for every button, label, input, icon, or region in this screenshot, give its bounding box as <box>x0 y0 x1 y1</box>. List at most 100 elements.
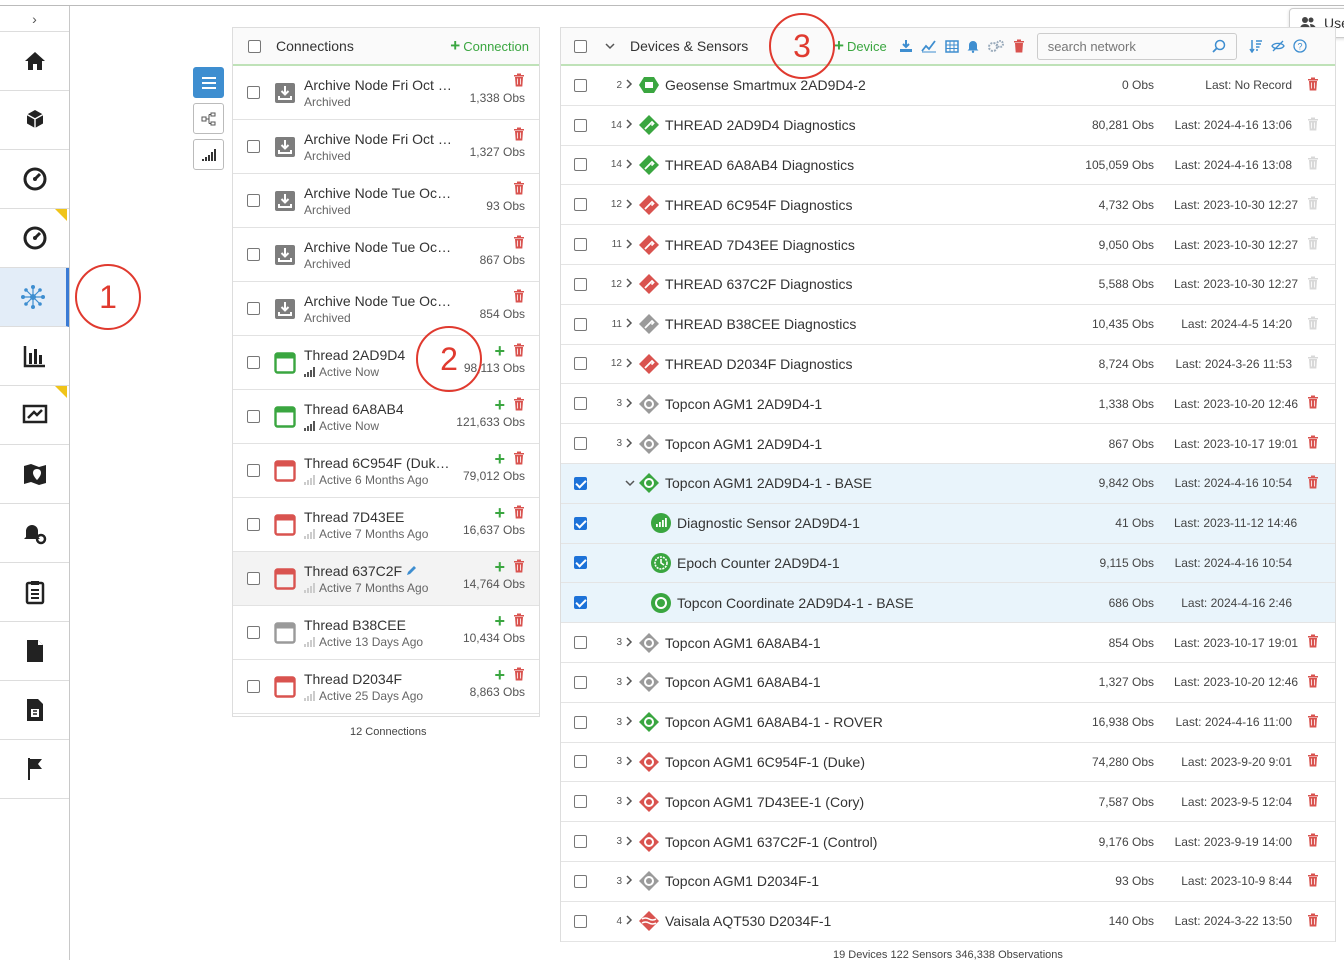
connection-checkbox[interactable] <box>247 356 260 369</box>
chevron-right-icon[interactable] <box>625 397 637 411</box>
device-row[interactable]: Topcon AGM1 2AD9D4-1 - BASE 9,842 Obs Last… <box>561 463 1335 504</box>
device-checkbox[interactable] <box>574 636 587 650</box>
delete-connection-trash-icon[interactable] <box>513 289 525 306</box>
delete-connection-trash-icon[interactable] <box>513 235 525 252</box>
connection-checkbox[interactable] <box>247 194 260 207</box>
sidebar-item-network[interactable] <box>0 268 69 327</box>
connection-row[interactable]: Archive Node Tue Oct … Archived 854 Obs <box>233 282 539 336</box>
device-row[interactable]: 3 Topcon AGM1 6A8AB4-1 1,327 Obs Last: 2023… <box>561 663 1335 703</box>
connection-checkbox[interactable] <box>247 410 260 423</box>
gears-icon[interactable] <box>987 39 1005 53</box>
delete-trash-icon[interactable] <box>1304 674 1322 691</box>
device-checkbox[interactable] <box>574 874 587 888</box>
device-row[interactable]: 11 THREAD B38CEE Diagnostics 10,435 Obs Las… <box>561 305 1335 345</box>
search-icon[interactable] <box>1212 39 1226 53</box>
chevron-right-icon[interactable] <box>625 715 637 729</box>
device-row[interactable]: 3 Topcon AGM1 2AD9D4-1 867 Obs Last: 2023-1… <box>561 424 1335 464</box>
pencil-icon[interactable] <box>406 565 417 576</box>
search-network-input[interactable]: search network <box>1036 32 1237 60</box>
sidebar-item-gauge[interactable] <box>0 150 69 209</box>
delete-trash-icon[interactable] <box>1304 873 1322 890</box>
device-row[interactable]: 3 Topcon AGM1 6A8AB4-1 854 Obs Last: 2023-1… <box>561 623 1335 663</box>
chevron-right-icon[interactable] <box>625 874 637 888</box>
connection-row[interactable]: Thread D2034F Active 25 Days Ago +8,863 Ob… <box>233 660 539 714</box>
chevron-right-icon[interactable] <box>625 437 637 451</box>
sensor-checkbox[interactable] <box>574 516 587 530</box>
sidebar-item-gauge-alert[interactable] <box>0 209 69 268</box>
sensor-row[interactable]: Topcon Coordinate 2AD9D4-1 - BASE 686 Obs… <box>561 583 1335 624</box>
chevron-right-icon[interactable] <box>625 238 637 252</box>
add-device-to-connection-button[interactable]: + <box>494 558 505 576</box>
add-device-to-connection-button[interactable]: + <box>494 396 505 414</box>
delete-trash-icon[interactable] <box>1304 753 1322 770</box>
chevron-right-icon[interactable] <box>625 755 637 769</box>
chevron-right-icon[interactable] <box>625 636 637 650</box>
tree-view-button[interactable] <box>193 103 224 134</box>
device-checkbox[interactable] <box>574 914 587 928</box>
connection-row[interactable]: Archive Node Tue Oct … Archived 93 Obs <box>233 174 539 228</box>
device-checkbox[interactable] <box>574 795 587 809</box>
chevron-right-icon[interactable] <box>625 198 637 212</box>
device-row[interactable]: 14 THREAD 6A8AB4 Diagnostics 105,059 Obs La… <box>561 146 1335 186</box>
delete-trash-icon[interactable] <box>1304 156 1322 173</box>
list-view-button[interactable] <box>193 67 224 98</box>
connection-row[interactable]: Thread 2AD9D4 Active Now +98,113 Obs <box>233 336 539 390</box>
device-checkbox[interactable] <box>574 158 587 172</box>
device-checkbox[interactable] <box>574 397 587 411</box>
device-checkbox[interactable] <box>574 476 587 490</box>
device-checkbox[interactable] <box>574 238 587 252</box>
sidebar-item-bar-chart[interactable] <box>0 327 69 386</box>
connection-row[interactable]: Archive Node Fri Oct … Archived 1,338 Obs <box>233 66 539 120</box>
delete-connection-trash-icon[interactable] <box>513 667 525 684</box>
table-icon[interactable] <box>944 39 959 53</box>
device-row[interactable]: 12 THREAD 6C954F Diagnostics 4,732 Obs Last… <box>561 185 1335 226</box>
device-checkbox[interactable] <box>574 755 587 769</box>
connection-checkbox[interactable] <box>247 86 260 99</box>
device-checkbox[interactable] <box>574 357 587 371</box>
sensor-row[interactable]: Diagnostic Sensor 2AD9D4-1 41 Obs Last: 20… <box>561 503 1335 544</box>
device-checkbox[interactable] <box>574 118 587 132</box>
connection-row[interactable]: Thread 6A8AB4 Active Now +121,633 Obs <box>233 390 539 444</box>
delete-connection-trash-icon[interactable] <box>513 505 525 522</box>
delete-trash-icon[interactable] <box>1304 913 1322 930</box>
delete-connection-trash-icon[interactable] <box>513 451 525 468</box>
device-checkbox[interactable] <box>574 835 587 849</box>
delete-connection-trash-icon[interactable] <box>513 127 525 144</box>
delete-trash-icon[interactable] <box>1304 833 1322 850</box>
connection-row[interactable]: Thread B38CEE Active 13 Days Ago +10,434 O… <box>233 606 539 660</box>
add-device-to-connection-button[interactable]: + <box>494 612 505 630</box>
chevron-right-icon[interactable] <box>625 158 637 172</box>
delete-connection-trash-icon[interactable] <box>513 73 525 90</box>
delete-connection-trash-icon[interactable] <box>513 343 525 360</box>
chevron-right-icon[interactable] <box>625 78 637 92</box>
connection-row[interactable]: Thread 7D43EE Active 7 Months Ago +16,637 … <box>233 498 539 552</box>
help-icon[interactable]: ? <box>1293 39 1307 53</box>
sidebar-item-flag[interactable] <box>0 740 69 799</box>
sensor-checkbox[interactable] <box>574 596 587 610</box>
delete-trash-icon[interactable] <box>1304 793 1322 810</box>
chevron-right-icon[interactable] <box>625 357 637 371</box>
trash-icon[interactable] <box>1013 39 1025 53</box>
signal-view-button[interactable] <box>193 139 224 170</box>
device-row[interactable]: 3 Topcon AGM1 637C2F-1 (Control) 9,176 Obs… <box>561 822 1335 862</box>
sidebar-item-chart-share[interactable] <box>0 386 69 445</box>
add-device-to-connection-button[interactable]: + <box>494 666 505 684</box>
device-row[interactable]: 3 Topcon AGM1 2AD9D4-1 1,338 Obs Last: 2023… <box>561 384 1335 425</box>
sidebar-item-home[interactable] <box>0 32 69 91</box>
delete-trash-icon[interactable] <box>1304 435 1322 452</box>
device-row[interactable]: 14 THREAD 2AD9D4 Diagnostics 80,281 Obs Las… <box>561 106 1335 146</box>
delete-trash-icon[interactable] <box>1304 77 1322 94</box>
device-checkbox[interactable] <box>574 675 587 689</box>
device-row[interactable]: 2 Geosense Smartmux 2AD9D4-2 0 Obs Last: No… <box>561 66 1335 106</box>
delete-trash-icon[interactable] <box>1304 276 1322 293</box>
connection-row[interactable]: Thread 6C954F (Duke… Active 6 Months Ago +… <box>233 444 539 498</box>
delete-trash-icon[interactable] <box>1304 196 1322 213</box>
device-row[interactable]: 3 Topcon AGM1 D2034F-1 93 Obs Last: 2023-10… <box>561 862 1335 902</box>
chevron-right-icon[interactable] <box>625 118 637 132</box>
chevron-right-icon[interactable] <box>625 317 637 331</box>
delete-trash-icon[interactable] <box>1304 236 1322 253</box>
connection-row[interactable]: Thread 637C2F Active 7 Months Ago +14,764… <box>233 552 539 606</box>
connection-checkbox[interactable] <box>247 572 260 585</box>
sensor-row[interactable]: Epoch Counter 2AD9D4-1 9,115 Obs Last: 202… <box>561 543 1335 584</box>
device-row[interactable]: 3 Topcon AGM1 7D43EE-1 (Cory) 7,587 Obs Las… <box>561 782 1335 823</box>
